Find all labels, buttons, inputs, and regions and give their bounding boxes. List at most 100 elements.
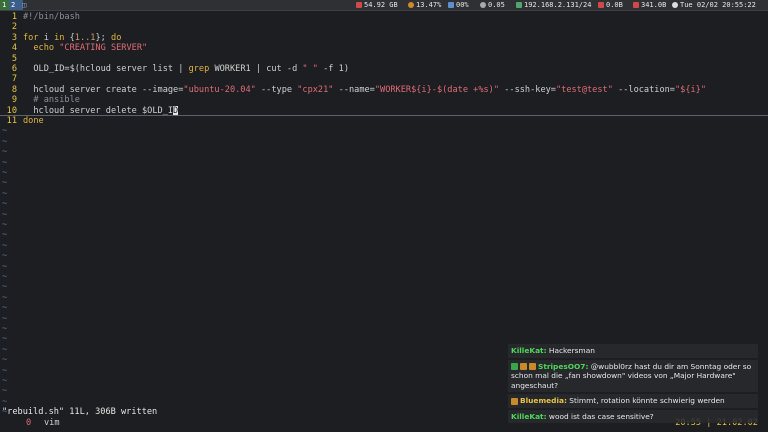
code-token: for xyxy=(23,32,39,43)
badge-icon xyxy=(511,397,518,405)
window-number[interactable]: 0 xyxy=(26,418,31,429)
code-text: # ansible xyxy=(23,95,80,105)
code-token: "${i}" xyxy=(674,84,707,95)
network-icon xyxy=(516,2,522,8)
empty-line-marker: ~ xyxy=(2,396,8,407)
empty-line-marker: ~ xyxy=(2,313,8,324)
chat-message: KilleKat: wood ist das case sensitive? xyxy=(508,409,758,423)
code-token: "CREATING SERVER" xyxy=(59,43,148,54)
empty-line-marker: ~ xyxy=(2,344,8,355)
status-bar: 1 2 ◫ 54.92 GB 13.47% 00% 0.05 192.168.2… xyxy=(0,0,768,11)
code-text: hcloud server create --image="ubuntu-20.… xyxy=(23,85,706,95)
mem-widget: 00% xyxy=(448,0,469,10)
empty-line-marker: ~ xyxy=(2,168,8,178)
code-token: #!/bin/bash xyxy=(23,12,80,22)
empty-line-marker: ~ xyxy=(2,365,8,376)
workspace-indicator[interactable]: ◫ xyxy=(20,0,38,10)
empty-line-marker: ~ xyxy=(2,251,8,262)
empty-line-marker: ~ xyxy=(2,272,8,282)
code-token: WORKER1 | cut -d xyxy=(209,64,303,74)
empty-line-marker: ~ xyxy=(2,178,8,189)
chat-username[interactable]: KilleKat: xyxy=(511,346,547,355)
code-token: --location= xyxy=(612,84,675,95)
code-token: OLD_ID=$(hcloud server list | xyxy=(23,64,189,74)
chat-overlay: KilleKat: Hackersman StripesOO7: @wubbl0r… xyxy=(508,344,758,425)
chat-text: Hackersman xyxy=(546,346,595,355)
empty-line-marker: ~ xyxy=(2,303,8,314)
code-token: in xyxy=(54,32,65,43)
code-token: hcloud server create --image= xyxy=(23,84,184,95)
empty-line-marker: ~ xyxy=(2,136,8,147)
code-token: do xyxy=(111,32,122,43)
empty-line-marker: ~ xyxy=(2,282,8,293)
empty-line-marker: ~ xyxy=(2,386,8,397)
empty-line-marker: ~ xyxy=(2,157,8,168)
code-text: for i in {1..1}; do xyxy=(23,33,121,43)
empty-line-marker: ~ xyxy=(2,147,8,158)
command-message: "rebuild.sh" 11L, 306B written xyxy=(2,407,158,417)
code-token: --ssh-key= xyxy=(499,84,556,95)
empty-line-marker: ~ xyxy=(2,376,8,386)
cpu-widget: 13.47% xyxy=(408,0,441,10)
code-token: }; xyxy=(95,32,112,43)
chat-username[interactable]: Bluemedia: xyxy=(520,396,567,405)
empty-line-marker: ~ xyxy=(2,334,8,345)
line-number: 8 xyxy=(11,84,17,95)
empty-line-marker: ~ xyxy=(2,355,8,366)
badge-icon xyxy=(511,363,518,370)
net-down-widget: 341.0B xyxy=(633,0,666,10)
code-token: "ubuntu-20.04" xyxy=(183,84,256,95)
code-token: -f 1) xyxy=(317,64,349,74)
chat-text: wood ist das case sensitive? xyxy=(546,411,654,421)
chat-text: Stimmt, rotation könnte schwierig werden xyxy=(566,396,725,405)
code-token: "cpx21" xyxy=(297,84,334,95)
net-up-widget: 0.0B xyxy=(598,0,623,10)
badge-icon xyxy=(520,363,527,370)
empty-line-marker: ~ xyxy=(2,240,8,251)
code-token: "WORKER${i}-$(date +%s)" xyxy=(374,84,500,95)
chat-message: StripesOO7: @wubbl0rz hast du dir am Son… xyxy=(508,359,758,392)
line-number: 3 xyxy=(11,32,17,43)
code-text: done xyxy=(23,116,44,126)
empty-line-marker: ~ xyxy=(2,230,8,241)
empty-line-marker: ~ xyxy=(2,261,8,272)
empty-line-marker: ~ xyxy=(2,188,8,199)
empty-line-marker: ~ xyxy=(2,324,8,334)
code-text: echo "CREATING SERVER" xyxy=(23,43,147,53)
line-number: 7 xyxy=(11,74,17,85)
code-token: i xyxy=(38,32,55,43)
code-token: "test@test" xyxy=(555,84,613,95)
badge-icon xyxy=(529,363,536,370)
code-token: --type xyxy=(255,84,298,95)
code-token: echo xyxy=(23,43,60,54)
window-name[interactable]: vim xyxy=(44,418,60,429)
chat-username[interactable]: StripesOO7: xyxy=(538,362,588,371)
code-token: grep xyxy=(188,64,210,74)
empty-line-marker: ~ xyxy=(2,292,8,303)
line-number: 2 xyxy=(11,22,17,33)
disk-icon xyxy=(356,2,362,8)
cpu-icon xyxy=(408,2,414,8)
code-token: " " xyxy=(302,64,318,74)
code-token: 1..1 xyxy=(74,32,96,43)
datetime-widget[interactable]: Tue 02/02 20:55:22 xyxy=(672,0,756,10)
chat-message: Bluemedia: Stimmt, rotation könnte schwi… xyxy=(508,394,758,408)
empty-line-marker: ~ xyxy=(2,209,8,220)
line-number: 5 xyxy=(11,53,17,64)
clock-icon xyxy=(672,2,678,8)
code-text: OLD_ID=$(hcloud server list | grep WORKE… xyxy=(23,64,349,74)
code-token: { xyxy=(64,32,75,43)
empty-line-marker: ~ xyxy=(2,220,8,230)
gear-icon xyxy=(480,2,486,8)
line-number: 6 xyxy=(11,64,17,74)
upload-icon xyxy=(598,2,604,8)
line-number: 4 xyxy=(11,43,17,54)
code-token: --name= xyxy=(333,84,375,95)
disk-widget: 54.92 GB xyxy=(356,0,398,10)
chat-username[interactable]: KilleKat: xyxy=(511,412,547,421)
code-text: #!/bin/bash xyxy=(23,12,80,22)
memory-icon xyxy=(448,2,454,8)
code-token: # ansible xyxy=(23,95,80,106)
line-number: 1 xyxy=(11,12,17,22)
line-number: 9 xyxy=(11,95,17,106)
